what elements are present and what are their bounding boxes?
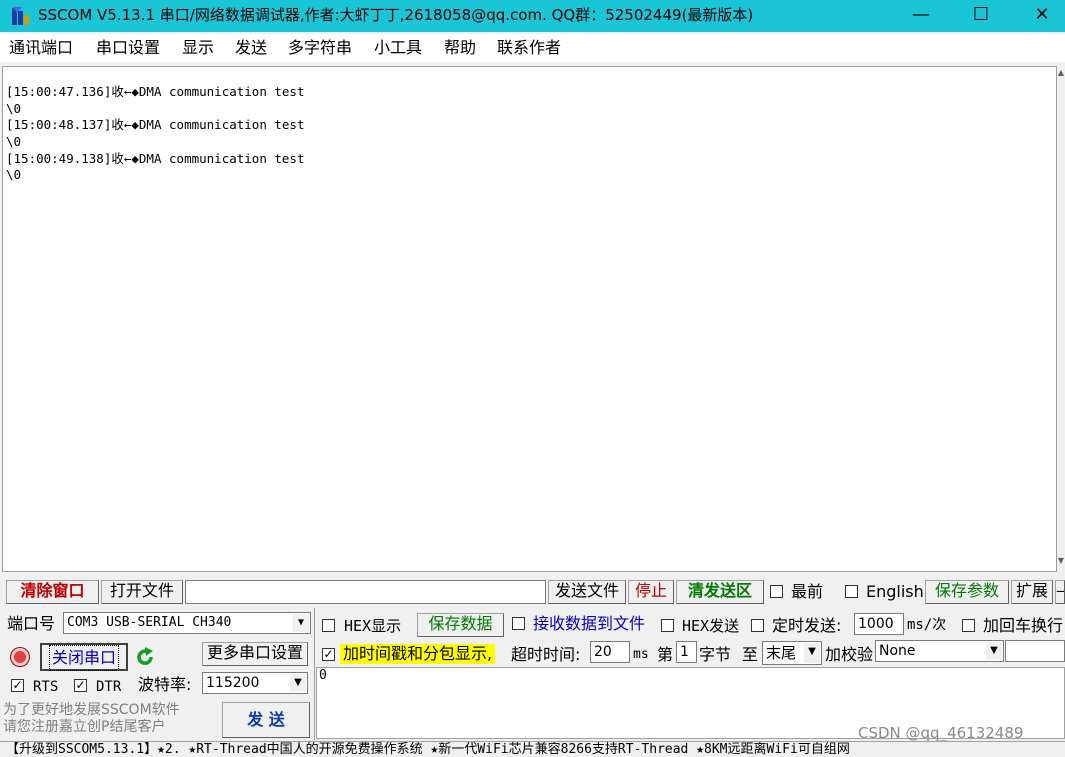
- csdn-watermark: CSDN @qq_46132489: [858, 724, 1024, 742]
- receive-line: [15:00:47.136]收←◆DMA communication test: [6, 84, 305, 99]
- window-title: SSCOM V5.13.1 串口/网络数据调试器,作者:大虾丁丁,2618058…: [38, 6, 754, 24]
- close-button[interactable]: ✕: [1019, 0, 1065, 32]
- timeout-input[interactable]: 20: [590, 641, 630, 663]
- byte-prefix-label: 第: [657, 645, 674, 664]
- timed-unit-label: ms/次: [907, 617, 947, 633]
- menu-display[interactable]: 显示: [182, 38, 214, 58]
- latest-checkbox[interactable]: [770, 585, 783, 598]
- timestamp-checkbox[interactable]: ✓: [322, 648, 335, 661]
- latest-label: 最前: [791, 582, 824, 601]
- menu-bar: 通讯端口 串口设置 显示 发送 多字符串 小工具 帮助 联系作者: [0, 34, 1065, 62]
- dtr-checkbox[interactable]: ✓: [74, 679, 87, 692]
- port-status-icon: [11, 648, 29, 666]
- more-serial-settings-button[interactable]: 更多串口设置: [202, 642, 308, 666]
- file-path-input[interactable]: [185, 580, 546, 604]
- checksum-select-value: None: [879, 643, 916, 659]
- checksum-label: 加校验: [825, 645, 874, 664]
- chevron-down-icon: ▼: [293, 614, 309, 632]
- checksum-select[interactable]: None ▼: [875, 640, 1004, 662]
- app-icon: [12, 7, 29, 25]
- chevron-down-icon: ▼: [290, 674, 306, 692]
- hex-display-checkbox[interactable]: [322, 619, 335, 632]
- add-crlf-checkbox[interactable]: [962, 619, 975, 632]
- minimize-button[interactable]: —: [898, 0, 944, 32]
- stop-button[interactable]: 停止: [628, 580, 674, 604]
- refresh-icon[interactable]: [134, 646, 156, 668]
- status-bar: 【升级到SSCOM5.13.1】★2. ★RT-Thread中国人的开源免费操作…: [0, 741, 1065, 757]
- receive-line: \0: [6, 167, 22, 183]
- to-label: 至: [742, 645, 759, 664]
- timestamp-label: 加时间戳和分包显示,: [340, 644, 496, 664]
- extra-field[interactable]: [1005, 640, 1065, 662]
- menu-help[interactable]: 帮助: [444, 38, 476, 58]
- chevron-down-icon: ▼: [804, 643, 820, 663]
- port-select-value: COM3 USB-SERIAL CH340: [67, 615, 232, 630]
- menu-serial-settings[interactable]: 串口设置: [96, 38, 160, 58]
- hex-send-checkbox[interactable]: [661, 619, 674, 632]
- send-button[interactable]: 发 送: [222, 702, 310, 738]
- receive-line: \0: [6, 100, 22, 116]
- receive-scrollbar[interactable]: ▲ ▼: [1057, 66, 1065, 572]
- timed-send-checkbox[interactable]: [751, 619, 764, 632]
- baud-select[interactable]: 115200 ▼: [202, 672, 308, 694]
- recv-to-file-label: 接收数据到文件: [533, 614, 646, 633]
- scroll-down-icon[interactable]: ▼: [1057, 556, 1065, 565]
- to-select-value: 末尾: [766, 644, 797, 662]
- port-select[interactable]: COM3 USB-SERIAL CH340 ▼: [63, 612, 311, 634]
- promo-line-1: 为了更好地发展SSCOM软件: [3, 702, 180, 718]
- port-label: 端口号: [7, 614, 56, 633]
- save-params-button[interactable]: 保存参数: [925, 580, 1009, 604]
- timed-interval-input[interactable]: 1000: [854, 613, 904, 635]
- title-bar: SSCOM V5.13.1 串口/网络数据调试器,作者:大虾丁丁,2618058…: [0, 0, 1065, 32]
- byte-index-input[interactable]: 1: [676, 641, 697, 663]
- chevron-down-icon: ▼: [986, 642, 1002, 660]
- open-file-button[interactable]: 打开文件: [101, 580, 183, 604]
- expand-button[interactable]: 扩展: [1011, 580, 1053, 604]
- rts-checkbox[interactable]: ✓: [11, 679, 24, 692]
- baud-select-value: 115200: [206, 675, 260, 691]
- receive-line: [15:00:48.137]收←◆DMA communication test: [6, 117, 305, 133]
- clear-window-button[interactable]: 清除窗口: [6, 580, 99, 604]
- save-data-button[interactable]: 保存数据: [417, 613, 504, 637]
- receive-line: [15:00:49.138]收←◆DMA communication test: [6, 150, 305, 166]
- maximize-button[interactable]: ☐: [958, 0, 1004, 32]
- timeout-unit-label: ms: [633, 647, 649, 662]
- clear-send-button[interactable]: 清发送区: [676, 580, 764, 604]
- hex-send-label: HEX发送: [682, 617, 740, 635]
- promo-line-2: 请您注册嘉立创P结尾客户: [3, 719, 166, 735]
- english-label: English: [866, 582, 924, 601]
- panel-divider: [314, 608, 315, 740]
- hex-display-label: HEX显示: [344, 617, 402, 635]
- byte-label: 字节: [699, 645, 732, 664]
- rts-label: RTS: [33, 679, 59, 695]
- close-port-button[interactable]: 关闭串口: [40, 643, 128, 671]
- receive-line: \0: [6, 134, 22, 150]
- send-file-button[interactable]: 发送文件: [548, 580, 626, 604]
- menu-tools[interactable]: 小工具: [374, 38, 422, 58]
- menu-multi-string[interactable]: 多字符串: [288, 38, 352, 58]
- close-port-label: 关闭串口: [48, 645, 119, 671]
- english-checkbox[interactable]: [845, 585, 858, 598]
- baud-label: 波特率:: [138, 675, 192, 694]
- menu-comm-port[interactable]: 通讯端口: [9, 38, 73, 58]
- scroll-up-icon[interactable]: ▲: [1057, 68, 1065, 77]
- timeout-label: 超时时间:: [511, 645, 581, 664]
- recv-to-file-checkbox[interactable]: [512, 617, 525, 630]
- menu-send[interactable]: 发送: [235, 38, 267, 58]
- collapse-button[interactable]: —: [1055, 580, 1065, 604]
- timed-send-label: 定时发送:: [772, 616, 842, 635]
- to-select[interactable]: 末尾 ▼: [762, 641, 822, 665]
- receive-textarea[interactable]: [15:00:47.136]收←◆DMA communication test …: [2, 66, 1057, 572]
- dtr-label: DTR: [96, 679, 122, 695]
- menu-contact-author[interactable]: 联系作者: [497, 38, 561, 58]
- add-crlf-label: 加回车换行: [983, 616, 1064, 635]
